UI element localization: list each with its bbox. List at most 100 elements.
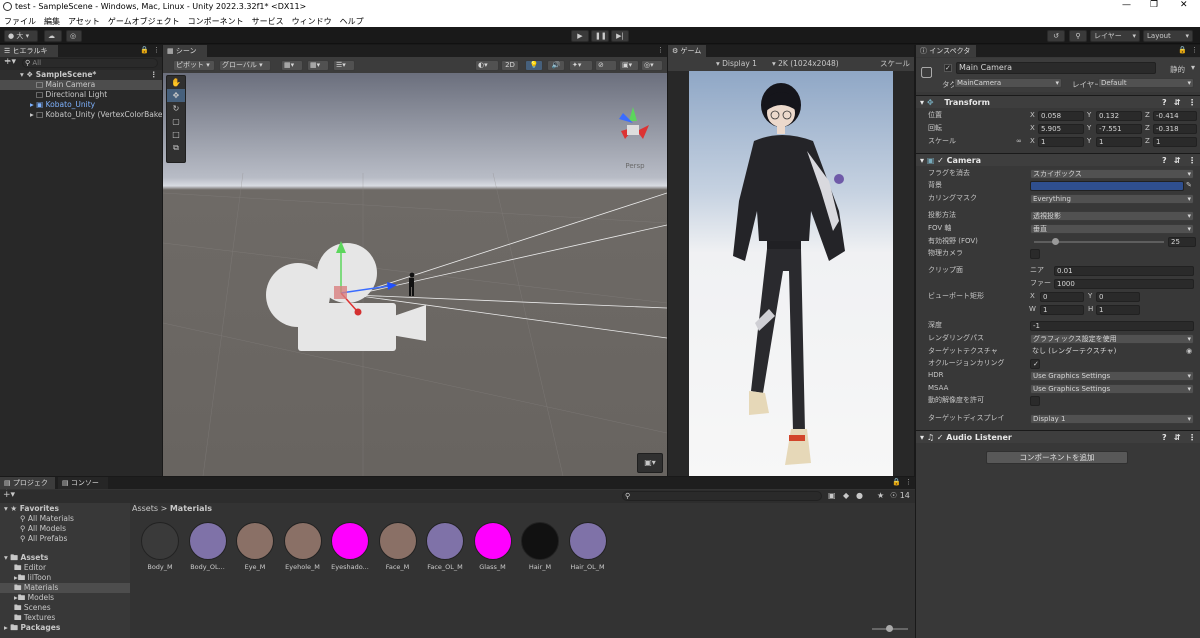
camera-header[interactable]: ▾ ▣ ✓ Camera ? ⇵ ⋮ (916, 153, 1200, 166)
more-icon[interactable]: ⋮ (1188, 154, 1196, 167)
scene-search-icon[interactable]: ▣ (828, 491, 836, 500)
asset-item[interactable]: Body_M (138, 522, 182, 571)
transform-tool-icon[interactable]: ⧉ (167, 141, 185, 154)
tab-console[interactable]: ▤ コンソール (58, 477, 108, 497)
viewport-w-input[interactable]: 1 (1040, 305, 1084, 315)
hidden-objects-icon[interactable]: ⊘ (595, 60, 617, 71)
display-dropdown[interactable]: ▾ Display 1 (716, 57, 757, 71)
menu-file[interactable]: ファイル (0, 14, 40, 27)
fov-axis-dropdown[interactable]: 垂直 ▾ (1030, 224, 1194, 234)
grid-snap-button[interactable]: ▦▾ (281, 60, 303, 71)
effects-toggle-icon[interactable]: ✦▾ (569, 60, 593, 71)
asset-item[interactable]: Eyehole_M (281, 522, 325, 571)
foldout-arrow-icon[interactable]: ▾ (920, 156, 924, 165)
object-picker-icon[interactable]: ◉ (1186, 346, 1192, 357)
position-z-input[interactable]: -0.414 (1153, 111, 1197, 121)
position-x-input[interactable]: 0.058 (1038, 111, 1084, 121)
layer-dropdown[interactable]: Default ▾ (1098, 78, 1194, 88)
audio-listener-checkbox[interactable]: ✓ (937, 433, 944, 442)
expand-arrow-icon[interactable]: ▾ (20, 70, 24, 79)
game-viewport[interactable] (689, 71, 893, 476)
presets-icon[interactable]: ⇵ (1174, 96, 1181, 109)
fov-slider-thumb[interactable] (1052, 238, 1060, 245)
tab-hierarchy[interactable]: ☰ ヒエラルキー (0, 45, 58, 65)
occlusion-culling-checkbox[interactable]: ✓ (1030, 359, 1040, 369)
camera-enabled-checkbox[interactable]: ✓ (937, 156, 944, 165)
close-button[interactable]: ✕ (1180, 0, 1188, 10)
add-component-button[interactable]: コンポーネントを追加 (986, 451, 1128, 464)
folder-scenes[interactable]: 🖿 Scenes (14, 603, 51, 613)
rotation-z-input[interactable]: -0.318 (1153, 124, 1197, 134)
layers-dropdown[interactable]: レイヤー ▾ (1090, 30, 1140, 42)
increment-snap-button[interactable]: ▦▾ (307, 60, 329, 71)
physical-camera-checkbox[interactable] (1030, 249, 1040, 259)
play-button[interactable]: ▶ (571, 30, 589, 42)
target-texture-field[interactable]: なし (レンダーテクスチャ) (1030, 347, 1184, 357)
type-filter-icon[interactable]: ◆ (843, 491, 849, 500)
hierarchy-item-kobato-vertex[interactable]: ▸ □ Kobato_Unity (VertexColorBake (0, 110, 162, 120)
more-icon[interactable]: ⋮ (153, 46, 160, 54)
star-filter-icon[interactable]: ★ (877, 491, 884, 500)
asset-item[interactable]: Body_OL... (186, 522, 230, 571)
scene-viewport[interactable]: Persp ✋ ✥ ↻ ▢ □ ⧉ ▣▾ (163, 73, 667, 476)
tab-game[interactable]: ⚙ ゲーム (668, 45, 706, 57)
more-icon[interactable]: ⋮ (1188, 96, 1196, 109)
audio-toggle-icon[interactable]: 🔊 (547, 60, 565, 71)
scene-camera-icon[interactable]: ▣▾ (619, 60, 639, 71)
position-y-input[interactable]: 0.132 (1096, 111, 1142, 121)
folder-editor[interactable]: 🖿 Editor (14, 563, 46, 573)
asset-item[interactable]: Face_M (376, 522, 420, 571)
pivot-dropdown[interactable]: ピボット ▾ (173, 60, 215, 71)
minimize-button[interactable]: — (1122, 0, 1131, 10)
breadcrumb-materials[interactable]: Materials (170, 504, 212, 513)
icon-size-slider[interactable] (872, 625, 908, 632)
msaa-dropdown[interactable]: Use Graphics Settings ▾ (1030, 384, 1194, 394)
scale-y-input[interactable]: 1 (1096, 137, 1142, 147)
folder-liltoon[interactable]: ▸🖿 lilToon (14, 573, 51, 583)
cloud-icon[interactable]: ☁ (44, 30, 62, 42)
step-button[interactable]: ▶| (611, 30, 629, 42)
menu-gameobject[interactable]: ゲームオブジェクト (104, 14, 184, 27)
rect-tool-icon[interactable]: □ (167, 128, 185, 141)
layout-dropdown[interactable]: Layout ▾ (1143, 30, 1193, 42)
folder-materials[interactable]: 🖿 Materials (0, 583, 130, 593)
snap-settings-button[interactable]: ☰▾ (333, 60, 355, 71)
rotate-tool-icon[interactable]: ↻ (167, 102, 185, 115)
favorite-all-prefabs[interactable]: ⚲ All Prefabs (20, 534, 67, 544)
packages-folder[interactable]: ▸ 🖿 Packages (4, 623, 60, 633)
background-color-swatch[interactable] (1030, 181, 1184, 191)
presets-icon[interactable]: ⇵ (1174, 431, 1181, 444)
foldout-arrow-icon[interactable]: ▾ (920, 433, 924, 442)
viewport-x-input[interactable]: 0 (1040, 292, 1084, 302)
more-icon[interactable]: ⋮ (657, 46, 664, 54)
audio-listener-header[interactable]: ▾ ♫ ✓ Audio Listener ? ⇵ ⋮ (916, 430, 1200, 443)
target-display-dropdown[interactable]: Display 1 ▾ (1030, 414, 1194, 424)
planar-handle[interactable] (334, 286, 347, 299)
rotation-y-input[interactable]: -7.551 (1096, 124, 1142, 134)
viewport-y-input[interactable]: 0 (1096, 292, 1140, 302)
static-dropdown-icon[interactable]: ▾ (1191, 63, 1195, 72)
tab-scene[interactable]: ▦ シーン (163, 45, 207, 57)
favorites-header[interactable]: ▾ ★ Favorites (4, 504, 59, 514)
hdr-dropdown[interactable]: Use Graphics Settings ▾ (1030, 371, 1194, 381)
icon-size-slider-thumb[interactable] (886, 625, 893, 632)
folder-models[interactable]: ▸🖿 Models (14, 593, 54, 603)
presets-icon[interactable]: ⇵ (1174, 154, 1181, 167)
asset-item[interactable]: Hair_OL_M (566, 522, 610, 571)
mode-2d-button[interactable]: 2D (501, 60, 519, 71)
projection-dropdown[interactable]: 透視投影 ▾ (1030, 211, 1194, 221)
collab-icon[interactable]: ◎ (66, 30, 82, 42)
search-icon[interactable]: ⚲ (1069, 30, 1087, 42)
tab-inspector[interactable]: ⓘ インスペクター (916, 45, 976, 65)
gizmos-icon[interactable]: ◎▾ (641, 60, 663, 71)
hand-tool-icon[interactable]: ✋ (167, 76, 185, 89)
fov-input[interactable]: 25 (1168, 237, 1196, 247)
depth-input[interactable]: -1 (1030, 321, 1194, 331)
asset-item[interactable]: Hair_M (518, 522, 562, 571)
folder-textures[interactable]: 🖿 Textures (14, 613, 55, 623)
link-icon[interactable]: ∞ (1016, 136, 1022, 147)
menu-services[interactable]: サービス (248, 14, 288, 27)
asset-item[interactable]: Face_OL_M (423, 522, 467, 571)
menu-assets[interactable]: アセット (64, 14, 104, 27)
transform-header[interactable]: ▾ ✥ Transform ? ⇵ ⋮ (916, 95, 1200, 108)
